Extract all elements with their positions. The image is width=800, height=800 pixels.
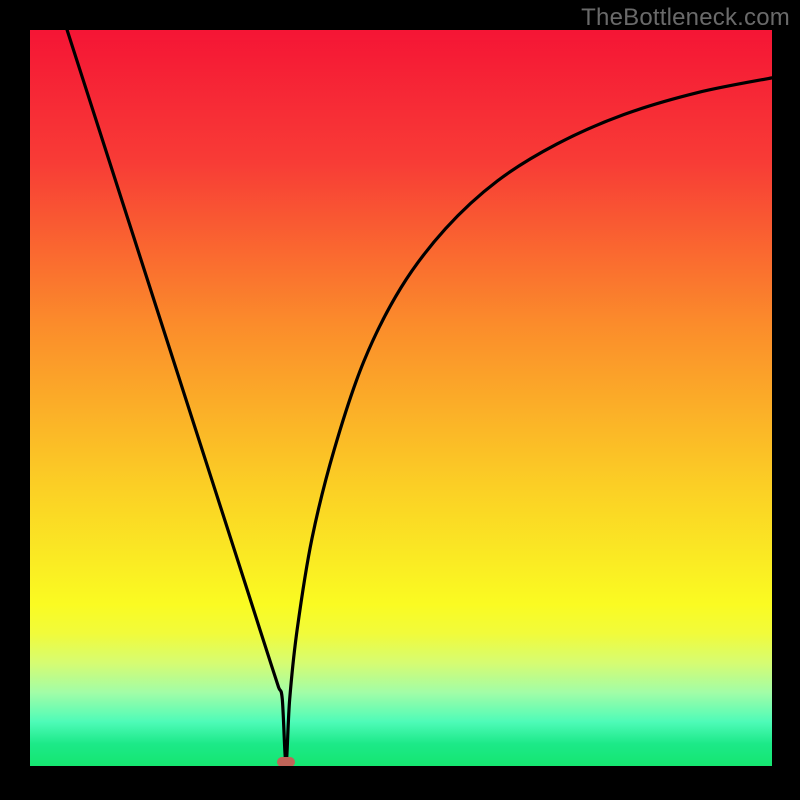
plot-area xyxy=(30,30,772,766)
watermark-text: TheBottleneck.com xyxy=(581,4,790,32)
plot-svg xyxy=(30,30,772,766)
optimal-point-marker xyxy=(277,757,295,766)
chart-container: TheBottleneck.com xyxy=(0,0,800,800)
gradient-background xyxy=(30,30,772,766)
